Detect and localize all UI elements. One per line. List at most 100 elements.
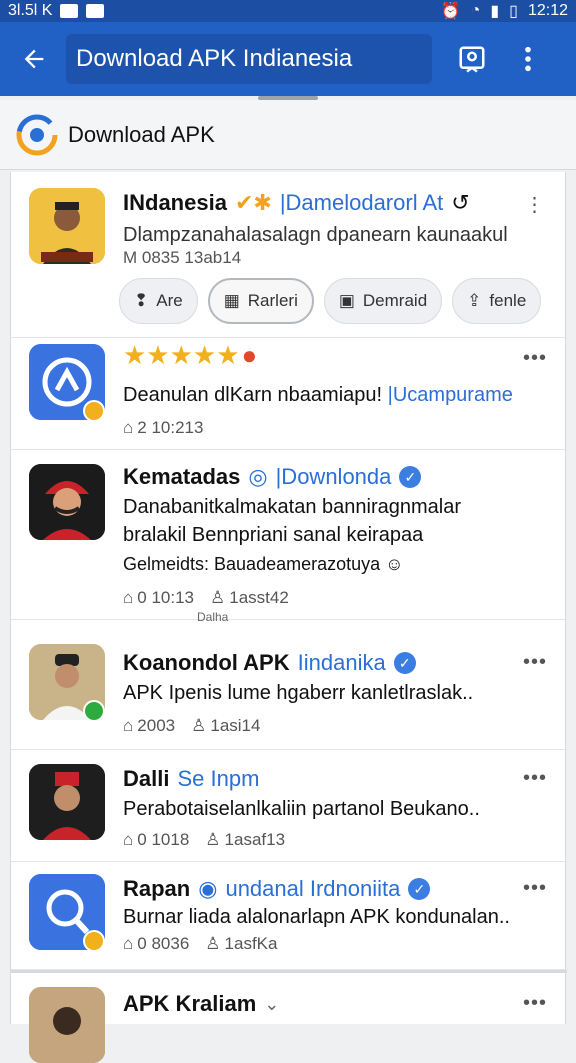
list-item[interactable]: Kematadas ◎ |Downlonda ✓ Danabanitkalmak… — [11, 450, 567, 624]
chip-label: Are — [156, 291, 183, 310]
pin-icon: ❢ — [134, 291, 149, 310]
item-menu-button[interactable]: ••• — [521, 992, 549, 1014]
desc-text: Gelmeidts: Bauadeamerazotuya — [123, 554, 381, 574]
rating-stars: ★★★★★ ● — [123, 340, 258, 370]
item-description: APK Ipenis lume hgaberr kanletlraslak.. — [123, 682, 474, 704]
badge-icon — [83, 930, 105, 952]
item-title: Koanondol APK — [123, 650, 290, 675]
list-item[interactable]: Dalli Se Inpm ••• Perabotaiselanlkaliin … — [11, 750, 567, 862]
item-source[interactable]: |Damelodarorl At — [280, 190, 443, 216]
chip-are[interactable]: ❢ Are — [119, 278, 198, 324]
meta-time: ⌂ 0 1018 — [123, 830, 190, 849]
chip-rarleri[interactable]: ▦ Rarleri — [207, 278, 314, 324]
item-description: Burnar liada alalonarlapn APK kondunalan… — [123, 906, 510, 928]
share-icon: ⇪ — [467, 291, 482, 310]
desc-link[interactable]: |Ucampurame — [388, 384, 513, 406]
meta-likes: ♙ 1asaf13 — [205, 830, 286, 849]
item-title: INdanesia — [123, 190, 227, 215]
app-thumbnail — [29, 987, 105, 1063]
signal-icon: ▮ — [490, 3, 500, 20]
app-thumbnail — [29, 764, 105, 840]
meta-time: ⌂ 2 10:213 — [123, 418, 204, 437]
list-item[interactable]: INdanesia ✔✱ |Damelodarorl At ↺ ⋮ Dlampz… — [11, 172, 567, 338]
item-source[interactable]: |Downlonda — [276, 464, 392, 490]
profile-search-button[interactable] — [450, 37, 494, 81]
chevron-down-icon: ⌄ — [264, 993, 280, 1014]
grid-icon: ▦ — [223, 291, 240, 310]
item-description-2: bralakil Bennpriani sanal keirapaa — [123, 524, 424, 546]
meta-time: ⌂ 2003 — [123, 716, 176, 735]
person-avatar-icon — [29, 764, 105, 840]
action-chips: ❢ Are ▦ Rarleri ▣ Demraid ⇪ fenle — [119, 278, 542, 324]
item-source[interactable]: Iindanika — [298, 650, 386, 676]
results-list: INdanesia ✔✱ |Damelodarorl At ↺ ⋮ Dlampz… — [10, 172, 567, 1063]
app-thumbnail — [29, 464, 105, 540]
chip-fenle[interactable]: ⇪ fenle — [452, 278, 542, 324]
meta-likes-value: 1asaf13 — [224, 830, 286, 849]
search-query: Download APK Indianesia — [76, 45, 353, 72]
meta-likes: ♙ 1asst42 — [210, 588, 289, 607]
item-meta: M 0835 13ab14 — [123, 248, 242, 267]
app-logo-icon — [16, 114, 58, 155]
list-item[interactable]: Koanondol APK Iindanika ✓ ••• APK Ipenis… — [11, 620, 567, 750]
meta-likes-value: 1asst42 — [229, 588, 289, 607]
item-title: APK Kraliam — [123, 991, 257, 1016]
alarm-icon: ⏰ — [440, 3, 461, 20]
add-badge-icon — [83, 700, 105, 722]
meta-likes-value: 1asfKa — [224, 934, 278, 953]
list-item[interactable]: ★★★★★ ● ••• Deanulan dlKarn nbaamiapu! |U… — [11, 338, 567, 450]
page-title: Download APK — [68, 121, 215, 147]
item-description: Danabanitkalmakatan banniragnmalar — [123, 496, 461, 518]
chip-label: Rarleri — [247, 291, 298, 310]
back-button[interactable] — [12, 37, 56, 81]
chip-demraid[interactable]: ▣ Demraid — [323, 278, 443, 324]
person-avatar-icon — [29, 188, 105, 264]
verified-icon: ✓ — [399, 466, 422, 488]
item-menu-button[interactable]: ••• — [521, 347, 549, 369]
arrow-left-icon — [24, 49, 44, 69]
chip-label: Demraid — [362, 291, 428, 310]
item-source[interactable]: undanal Irdnoniita — [225, 876, 400, 902]
app-thumbnail — [29, 188, 105, 264]
globe-icon: ◉ — [198, 876, 218, 901]
item-menu-button[interactable]: ⋮ — [521, 194, 549, 216]
meta-time-value: 0 1018 — [137, 830, 190, 849]
clock: 12:12 — [527, 2, 568, 19]
meta-time: ⌂ 0 8036 — [123, 934, 190, 953]
battery-icon: ▯ — [509, 3, 518, 20]
item-menu-button[interactable]: ••• — [521, 767, 549, 789]
search-input[interactable]: Download APK Indianesia — [66, 34, 432, 84]
status-bar: 3l.5l K ⏰ ◔ ▮ ▯ 12:12 — [0, 0, 576, 22]
item-description: Perabotaiselanlkaliin partanol Beukano.. — [123, 798, 480, 820]
verified-icon: ✓ — [408, 878, 431, 900]
list-item[interactable]: APK Kraliam ⌄ ••• — [11, 970, 567, 1063]
meta-time-value: 2003 — [137, 716, 176, 735]
meta-likes: ♙ 1asi14 — [191, 716, 261, 735]
meta-likes: ♙ 1asfKa — [205, 934, 278, 953]
item-menu-button[interactable]: ••• — [521, 651, 549, 673]
item-description-3: Gelmeidts: Bauadeamerazotuya ☺ — [123, 554, 543, 575]
status-left-text: 3l.5l K — [8, 2, 53, 19]
person-search-icon — [459, 46, 485, 73]
item-title: Dalli — [123, 766, 170, 791]
sync-icon: ↺ — [451, 190, 470, 215]
item-title: Rapan — [123, 876, 191, 901]
message-icon — [86, 4, 105, 18]
list-item[interactable]: Rapan ◉ undanal Irdnoniita ✓ ••• Burnar … — [11, 862, 567, 970]
calendar-icon: ▣ — [338, 291, 355, 310]
person-avatar-icon — [29, 987, 105, 1063]
person-avatar-icon — [29, 464, 105, 540]
chip-label: fenle — [489, 291, 527, 310]
more-vertical-icon — [525, 46, 531, 72]
meta-likes-value: 1asi14 — [210, 716, 261, 735]
item-description: Deanulan dlKarn nbaamiapu! |Ucampurame — [123, 384, 543, 407]
globe-icon: ◎ — [248, 464, 268, 489]
meta-time-value: 0 10:13 — [137, 588, 195, 607]
emoji-icon: ● — [241, 340, 258, 370]
overflow-menu-button[interactable] — [506, 37, 550, 81]
item-title: Kematadas — [123, 464, 241, 489]
item-description: Dlampzanahalasalagn dpanearn kaunaakul — [123, 224, 508, 246]
item-source[interactable]: Se Inpm — [177, 766, 259, 792]
meta-time-value: 0 8036 — [137, 934, 190, 953]
item-menu-button[interactable]: ••• — [521, 877, 549, 899]
